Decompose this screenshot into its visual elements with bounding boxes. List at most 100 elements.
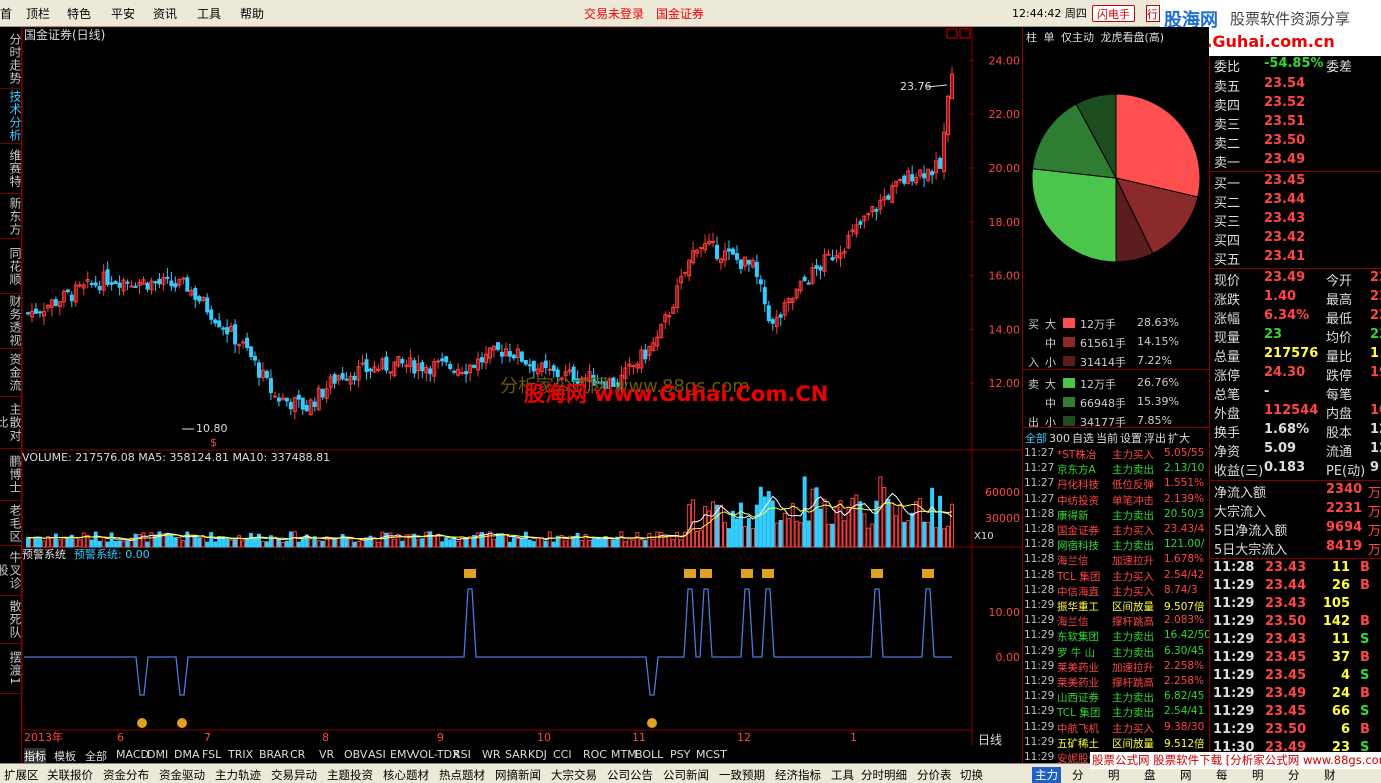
alert-row[interactable]: 11:29 五矿稀土 区间放量 9.512倍 [1023,736,1210,751]
alert-tab-1[interactable]: 300 [1049,432,1070,445]
bottom-tab-1[interactable]: 关联报价 [47,767,93,783]
bottom-tab-14[interactable]: 经济指标 [775,767,821,783]
alert-row[interactable]: 11:29 东软集团 主力卖出 16.42/50 [1023,629,1210,644]
bottom-tab-17[interactable]: 分价表 [917,767,952,783]
alert-tab-6[interactable]: 扩大 [1168,430,1190,446]
alert-row[interactable]: 11:28 海兰信 加速拉升 1.678% [1023,553,1210,568]
left-tab-8[interactable]: 鹏博士 [0,449,22,501]
alert-row[interactable]: 11:28 TCL 集团 主力买入 2.54/42 [1023,569,1210,584]
bottom-tab-8[interactable]: 热点题材 [439,767,485,783]
alert-row[interactable]: 11:28 网宿科技 主力卖出 121.00/ [1023,538,1210,553]
indicator-tab-mtm[interactable]: MTM [611,748,637,761]
bottom-right-tab-5[interactable]: 每 [1216,767,1228,783]
left-tab-10[interactable]: 牛叉诊股 [0,546,22,596]
menu-item-topbar[interactable]: 顶栏 [26,5,50,22]
alert-tab-2[interactable]: 自选 [1072,430,1094,446]
alert-tab-4[interactable]: 设置 [1120,430,1142,446]
alert-row[interactable]: 11:28 中信海直 主力买入 8.74/3 [1023,584,1210,599]
alert-row[interactable]: 11:29 振华重工 区间放量 9.507倍 [1023,599,1210,614]
indicator-tab-roc[interactable]: ROC [583,748,607,761]
alert-row[interactable]: 11:29 中航飞机 主力买入 9.38/30 [1023,721,1210,736]
indicator-tab-fsl[interactable]: FSL [202,748,221,761]
indicator-tab-kdj[interactable]: KDJ [528,748,547,761]
indicator-tab-brar[interactable]: BRAR [259,748,289,761]
indicator-tab-sar[interactable]: SAR [505,748,527,761]
bottom-tab-9[interactable]: 网摘新闻 [495,767,541,783]
bottom-right-tab-0[interactable]: 主力 [1032,767,1061,783]
indicator-tab-asi[interactable]: ASI [368,748,386,761]
alert-row[interactable]: 11:27 京东方A 主力卖出 2.13/10 [1023,462,1210,477]
flash-trade-button-2[interactable]: 行 [1146,5,1160,22]
indicator-tab-boll[interactable]: BOLL [635,748,663,761]
bottom-tab-10[interactable]: 大宗交易 [551,767,597,783]
left-tab-6[interactable]: 资金流 [0,349,22,397]
bottom-tab-6[interactable]: 主题投资 [327,767,373,783]
alert-row[interactable]: 11:28 康得新 主力卖出 20.50/3 [1023,508,1210,523]
indicator-tab-emv[interactable]: EMV [390,748,414,761]
indicator-tab-dma[interactable]: DMA [174,748,200,761]
alert-row[interactable]: 11:27 中纺投资 单笔冲击 2.139% [1023,493,1210,508]
flash-trade-button[interactable]: 闪电手 [1092,5,1135,22]
indicator-tab-wr[interactable]: WR [482,748,501,761]
left-tab-5[interactable]: 财务透视 [0,294,22,349]
indicator-tab-psy[interactable]: PSY [670,748,690,761]
indicator-tab-模板[interactable]: 模板 [54,748,76,764]
broker-name[interactable]: 国金证券 [656,5,704,22]
bottom-tab-5[interactable]: 交易异动 [271,767,317,783]
tab-column[interactable]: 柱 [1026,29,1037,45]
bottom-tab-4[interactable]: 主力轨迹 [215,767,261,783]
alert-tab-5[interactable]: 浮出 [1144,430,1166,446]
alert-row[interactable]: 11:29 TCL 集团 主力卖出 2.54/41 [1023,705,1210,720]
indicator-tab-obv[interactable]: OBV [344,748,367,761]
menu-item-featured[interactable]: 特色 [67,5,91,22]
alert-tab-0[interactable]: 全部 [1025,430,1047,446]
menu-item-help[interactable]: 帮助 [240,5,264,22]
trade-status[interactable]: 交易未登录 [584,5,644,22]
indicator-tab-rsi[interactable]: RSI [453,748,471,761]
indicator-tab-cr[interactable]: CR [290,748,305,761]
left-tab-7[interactable]: 主散对比 [0,397,22,449]
indicator-tab-mcst[interactable]: MCST [696,748,727,761]
alert-row[interactable]: 11:29 海兰信 撑杆跳高 2.083% [1023,614,1210,629]
day-period-button[interactable]: 日线 [978,731,1002,748]
left-tab-4[interactable]: 同花顺 [0,239,22,294]
alert-row[interactable]: 11:29 莱美药业 加速拉升 2.258% [1023,660,1210,675]
bottom-right-tab-4[interactable]: 网 [1180,767,1192,783]
bottom-tab-11[interactable]: 公司公告 [607,767,653,783]
alert-row[interactable]: 11:29 罗 牛 山 主力卖出 6.30/45 [1023,645,1210,660]
bottom-tab-13[interactable]: 一致预期 [719,767,765,783]
bottom-tab-12[interactable]: 公司新闻 [663,767,709,783]
bottom-right-tab-6[interactable]: 明 [1252,767,1264,783]
alert-row[interactable]: 11:27 丹化科技 低位反弹 1.551% [1023,477,1210,492]
alert-row[interactable]: 11:28 国金证券 主力买入 23.43/4 [1023,523,1210,538]
menu-item-home[interactable]: 首 [0,5,12,22]
bottom-tab-16[interactable]: 分时明细 [861,767,907,783]
indicator-tab-全部[interactable]: 全部 [85,748,107,764]
indicator-tab-trix[interactable]: TRIX [228,748,253,761]
bottom-tab-18[interactable]: 切换 [960,767,983,783]
indicator-tab-cci[interactable]: CCI [553,748,572,761]
indicator-tab-dmi[interactable]: DMI [147,748,168,761]
bottom-right-tab-8[interactable]: 财 [1324,767,1336,783]
left-tab-2[interactable]: 维赛特 [0,144,22,194]
bottom-right-tab-1[interactable]: 分 [1072,767,1084,783]
bottom-tab-3[interactable]: 资金驱动 [159,767,205,783]
left-tab-1[interactable]: 技术分析 [0,89,22,144]
menu-item-tools[interactable]: 工具 [197,5,221,22]
bottom-right-tab-3[interactable]: 盘 [1144,767,1156,783]
left-tab-12[interactable]: 摆渡1 [0,644,22,694]
bottom-tab-15[interactable]: 工具 [831,767,854,783]
indicator-tab-vr[interactable]: VR [319,748,334,761]
left-tab-3[interactable]: 新东方 [0,194,22,239]
bottom-tab-0[interactable]: 扩展区 [4,767,39,783]
tab-active-only[interactable]: 仅主动 [1061,29,1094,45]
indicator-tab-指标[interactable]: 指标 [24,748,46,764]
alert-tab-3[interactable]: 当前 [1096,430,1118,446]
tab-single[interactable]: 单 [1044,29,1055,45]
alert-row[interactable]: 11:27 *ST株冶 主力买入 5.05/55 [1023,447,1210,462]
indicator-tab-macd[interactable]: MACD [116,748,149,761]
left-tab-11[interactable]: 散死队 [0,596,22,644]
bottom-tab-7[interactable]: 核心题材 [383,767,429,783]
alert-row[interactable]: 11:29 山西证券 主力卖出 6.82/45 [1023,690,1210,705]
left-tab-9[interactable]: 老毛区 [0,501,22,546]
